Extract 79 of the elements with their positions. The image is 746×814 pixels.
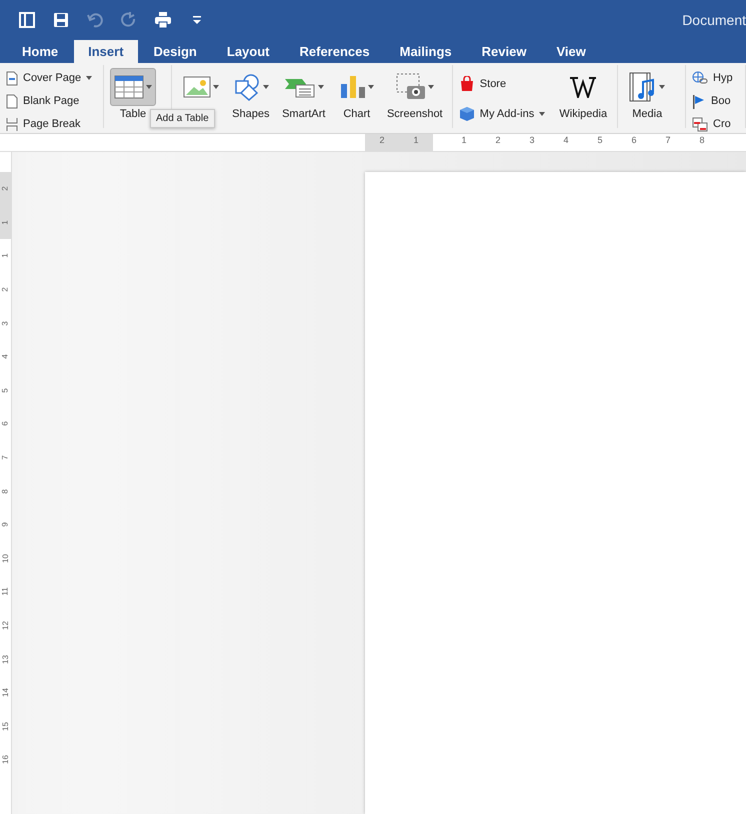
ruler-number: 6 [1, 422, 10, 426]
page-icon [6, 94, 18, 108]
w-logo-icon [569, 76, 598, 98]
cube-icon [458, 106, 475, 122]
ruler-number: 14 [1, 688, 10, 698]
ruler-number: 1 [412, 134, 420, 147]
ruler-number: 2 [494, 134, 502, 147]
ruler-number: 7 [1, 455, 10, 460]
ribbon-button[interactable]: Hyp [713, 72, 733, 84]
button-label: Shapes [232, 108, 270, 120]
ribbon-tab[interactable]: Review [468, 40, 540, 63]
ruler-number: 2 [1, 186, 10, 192]
button-label: Media [632, 108, 662, 120]
ruler-number: 12 [1, 621, 10, 630]
caret-icon[interactable] [539, 112, 546, 116]
ruler-number: 1 [460, 134, 468, 147]
ruler-number: 1 [1, 220, 10, 225]
page-icon [6, 70, 18, 86]
caret-icon[interactable] [368, 85, 374, 89]
sidebar-icon[interactable] [18, 11, 36, 29]
ruler-number: 13 [1, 654, 10, 664]
ribbon-button[interactable]: Store [480, 78, 506, 90]
camera-icon [396, 73, 426, 101]
button-label: Table [120, 108, 146, 120]
ruler-number: 4 [1, 354, 10, 359]
bar-chart-icon [340, 75, 366, 99]
ribbon-tab[interactable]: Home [8, 40, 72, 63]
caret-icon[interactable] [86, 76, 92, 80]
ruler-number: 2 [378, 134, 386, 147]
caret-icon[interactable] [428, 85, 434, 89]
save-icon[interactable] [52, 11, 70, 29]
button-label: Wikipedia [559, 108, 608, 120]
ruler-number: 9 [1, 522, 10, 527]
ruler-number: 3 [528, 134, 536, 147]
ribbon-tab[interactable]: View [542, 40, 600, 63]
caret-icon[interactable] [318, 85, 324, 89]
caret-icon[interactable] [659, 85, 666, 89]
ruler-number: 3 [1, 320, 10, 326]
globe-link-icon [692, 70, 708, 86]
shapes-icon [232, 73, 261, 101]
ribbon-button[interactable]: Cro [713, 118, 731, 130]
ribbon-tab[interactable]: Mailings [386, 40, 466, 63]
ribbon-tab[interactable]: Insert [74, 40, 138, 63]
button-label: Chart [343, 108, 370, 120]
shopping-bag-icon [458, 76, 475, 92]
ruler-number: 10 [1, 554, 10, 563]
ruler-number: 1 [1, 254, 10, 258]
button-label: SmartArt [282, 108, 326, 120]
ruler-number: 4 [562, 134, 570, 147]
ribbon-tab[interactable]: Design [140, 40, 211, 63]
ribbon-tab[interactable]: Layout [212, 40, 284, 63]
window-title: Document [682, 12, 746, 28]
button-label: Screenshot [386, 108, 443, 120]
ruler-number: 15 [1, 722, 10, 731]
table-icon [114, 75, 144, 99]
tooltip: Add a Table [150, 109, 215, 128]
caret-icon[interactable] [146, 85, 152, 89]
ribbon-button[interactable]: Page Break [23, 118, 80, 130]
caret-icon[interactable] [262, 85, 269, 89]
ruler-number: 7 [664, 134, 672, 147]
ruler-number: 6 [630, 134, 638, 147]
ribbon-button[interactable]: Cover Page [23, 72, 82, 84]
ribbon-button[interactable]: My Add-ins [480, 108, 534, 120]
print-icon[interactable] [154, 11, 172, 29]
page-break-icon [6, 116, 18, 132]
ribbon-button[interactable]: Boo [711, 95, 731, 107]
picture-icon [182, 76, 211, 98]
ribbon-button[interactable]: Blank Page [23, 95, 80, 107]
ruler-number: 8 [698, 134, 706, 147]
flag-icon [692, 94, 706, 108]
ruler-number: 8 [1, 488, 10, 494]
ruler-number: 5 [596, 134, 604, 147]
ribbon-tab[interactable]: References [286, 40, 384, 63]
ruler-number: 5 [1, 388, 10, 393]
ruler-number: 16 [1, 755, 10, 764]
ruler-number: 2 [1, 287, 10, 292]
caret-icon[interactable] [212, 85, 219, 89]
cross-reference-icon [692, 116, 708, 132]
ruler-number: 11 [1, 588, 10, 596]
